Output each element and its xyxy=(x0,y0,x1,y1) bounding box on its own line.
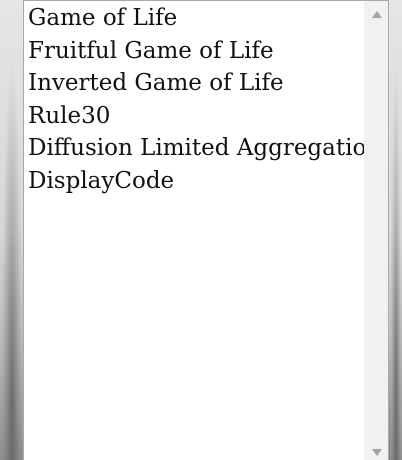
option-game-of-life[interactable]: Game of Life xyxy=(28,2,364,35)
triangle-up-icon xyxy=(371,10,382,18)
scroll-down-button[interactable] xyxy=(365,441,388,460)
vertical-scrollbar[interactable] xyxy=(364,1,388,460)
background-left xyxy=(0,0,24,460)
option-diffusion-limited-aggregation[interactable]: Diffusion Limited Aggregation xyxy=(28,132,364,165)
triangle-down-icon xyxy=(371,448,382,456)
option-displaycode[interactable]: DisplayCode xyxy=(28,165,364,198)
option-inverted-game-of-life[interactable]: Inverted Game of Life xyxy=(28,67,364,100)
select-listbox[interactable]: Game of Life Fruitful Game of Life Inver… xyxy=(23,0,389,460)
option-fruitful-game-of-life[interactable]: Fruitful Game of Life xyxy=(28,35,364,68)
background-right xyxy=(390,0,402,460)
scroll-up-button[interactable] xyxy=(365,3,388,25)
option-rule30[interactable]: Rule30 xyxy=(28,100,364,133)
options-list: Game of Life Fruitful Game of Life Inver… xyxy=(24,1,364,460)
